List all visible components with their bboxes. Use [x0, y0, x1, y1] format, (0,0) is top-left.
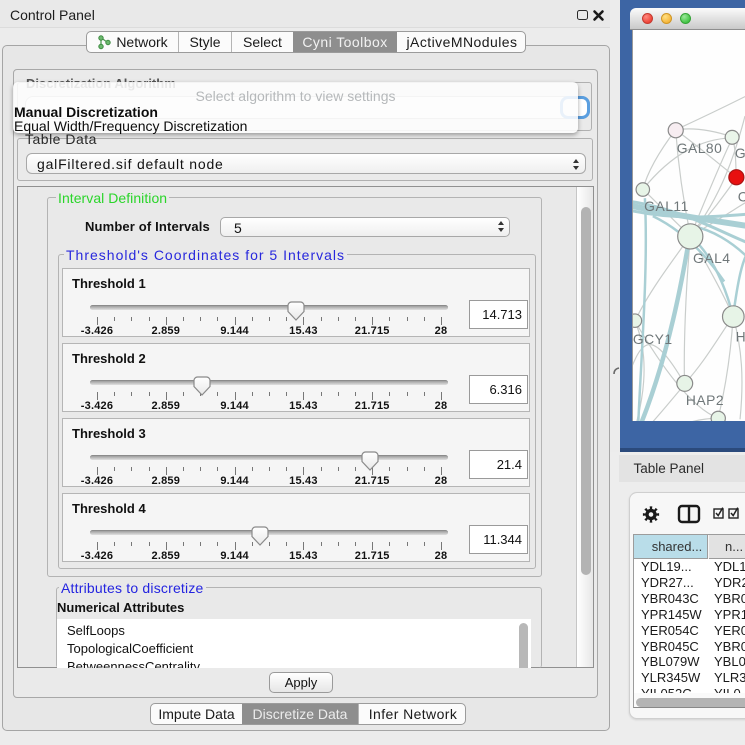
svg-text:H: H: [736, 328, 745, 344]
svg-text:HAP2: HAP2: [686, 392, 724, 408]
svg-text:GAL4: GAL4: [693, 250, 730, 266]
svg-text:GAL80: GAL80: [677, 140, 723, 156]
svg-text:GAL11: GAL11: [644, 198, 689, 214]
svg-text:GCY1: GCY1: [633, 331, 673, 347]
svg-text:GAL1: GAL1: [735, 145, 745, 161]
svg-text:C: C: [738, 189, 745, 205]
